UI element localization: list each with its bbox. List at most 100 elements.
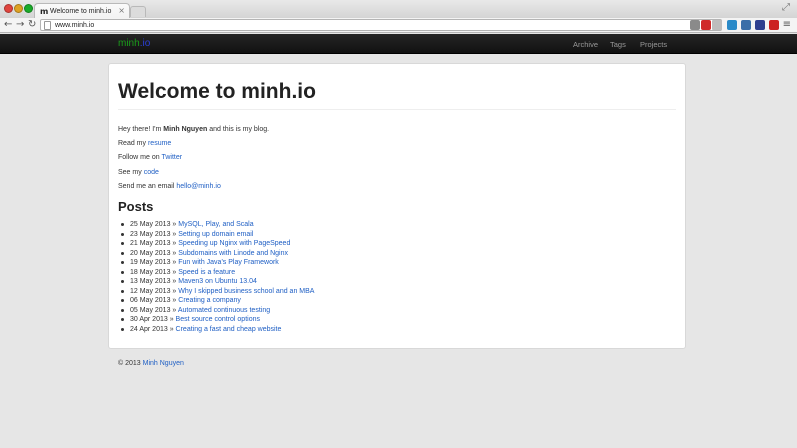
extension-adblock-icon[interactable] — [701, 20, 711, 30]
browser-titlebar: m Welcome to minh.io × ⤢ — [0, 0, 797, 19]
brand-logo[interactable]: minh.io — [118, 38, 150, 50]
site-navbar: minh.io Archive Tags Projects — [0, 34, 797, 54]
resume-prefix: Read my — [118, 140, 148, 147]
post-date: 05 May 2013 » — [130, 306, 177, 314]
author-name: Minh Nguyen — [163, 126, 208, 133]
post-link[interactable]: Why I skipped business school and an MBA — [178, 288, 314, 295]
post-date: 25 May 2013 » — [130, 221, 177, 228]
post-date: 20 May 2013 » — [130, 249, 177, 257]
post-list-item: 21 May 2013 » Speeding up Nginx with Pag… — [121, 239, 314, 249]
post-link[interactable]: Best source control options — [176, 316, 260, 323]
post-list-item: 30 Apr 2013 » Best source control option… — [121, 315, 314, 325]
bullet-icon — [121, 280, 124, 283]
title-divider — [118, 109, 676, 110]
post-list-item: 25 May 2013 » MySQL, Play, and Scala — [121, 220, 314, 230]
fullscreen-icon[interactable]: ⤢ — [782, 2, 790, 14]
bullet-icon — [121, 299, 124, 302]
nav-tags-link[interactable]: Tags — [610, 40, 626, 49]
email-link[interactable]: hello@minh.io — [176, 183, 220, 190]
extension-monitor-icon[interactable] — [727, 20, 737, 30]
zoom-window-button[interactable] — [24, 4, 33, 13]
post-link[interactable]: Creating a fast and cheap website — [176, 326, 282, 333]
post-link[interactable]: Maven3 on Ubuntu 13.04 — [178, 278, 257, 285]
post-link[interactable]: Automated continuous testing — [178, 307, 270, 314]
post-date: 13 May 2013 » — [130, 278, 177, 285]
post-link[interactable]: Fun with Java's Play Framework — [178, 259, 279, 266]
bullet-icon — [121, 289, 124, 293]
post-date: 06 May 2013 » — [130, 297, 177, 304]
post-date: 21 May 2013 » — [130, 240, 177, 247]
post-list-item: 13 May 2013 » Maven3 on Ubuntu 13.04 — [121, 277, 314, 287]
post-date: 12 May 2013 » — [130, 287, 177, 295]
favicon-icon: m — [40, 7, 49, 16]
extension-gear-icon[interactable] — [690, 20, 700, 30]
menu-icon[interactable]: ≡ — [783, 19, 791, 31]
post-date: 18 May 2013 » — [130, 268, 177, 276]
nav-archive-link[interactable]: Archive — [573, 40, 598, 49]
post-date: 30 Apr 2013 » — [130, 316, 174, 323]
tab-title: Welcome to minh.io — [50, 8, 112, 15]
bookmark-star-icon[interactable] — [712, 20, 722, 30]
posts-list: 25 May 2013 » MySQL, Play, and Scala 23 M… — [121, 220, 314, 334]
bullet-icon — [121, 251, 124, 255]
post-date: 19 May 2013 » — [130, 259, 177, 266]
post-link[interactable]: MySQL, Play, and Scala — [178, 221, 253, 228]
brand-main-text: minh — [118, 38, 140, 49]
bullet-icon — [121, 270, 124, 274]
post-list-item: 23 May 2013 » Setting up domain email — [121, 230, 314, 240]
new-tab-button[interactable] — [130, 6, 146, 17]
post-link[interactable]: Creating a company — [178, 297, 241, 304]
post-list-item: 06 May 2013 » Creating a company — [121, 296, 314, 306]
post-link[interactable]: Speeding up Nginx with PageSpeed — [178, 240, 290, 247]
brand-tld-text: .io — [139, 38, 151, 49]
post-list-item: 18 May 2013 » Speed is a feature — [121, 268, 314, 278]
bullet-icon — [121, 261, 124, 264]
extension-grid-icon[interactable] — [741, 20, 751, 30]
bullet-icon — [121, 232, 124, 236]
footer: © 2013 Minh Nguyen — [118, 359, 184, 368]
intro-prefix: Hey there! I'm — [118, 126, 164, 133]
twitter-paragraph: Follow me on Twitter — [118, 153, 182, 162]
resume-link[interactable]: resume — [148, 140, 171, 147]
code-prefix: See my — [118, 169, 144, 176]
resume-paragraph: Read my resume — [118, 139, 171, 148]
browser-toolbar: ← → ↻ www.minh.io ≡ — [0, 18, 797, 33]
bullet-icon — [121, 223, 124, 226]
email-paragraph: Send me an email hello@minh.io — [118, 182, 221, 191]
bullet-icon — [121, 318, 124, 321]
post-link[interactable]: Setting up domain email — [178, 231, 253, 238]
forward-arrow-icon[interactable]: → — [16, 19, 24, 31]
post-list-item: 12 May 2013 » Why I skipped business sch… — [121, 287, 314, 297]
minimize-window-button[interactable] — [14, 4, 23, 13]
reload-icon[interactable]: ↻ — [28, 19, 36, 31]
bullet-icon — [121, 242, 124, 245]
twitter-link[interactable]: Twitter — [161, 154, 182, 161]
copyright-text: © 2013 — [118, 360, 143, 367]
tab-close-icon[interactable]: × — [118, 6, 125, 16]
footer-author-link[interactable]: Minh Nguyen — [143, 360, 184, 367]
back-arrow-icon[interactable]: ← — [4, 19, 12, 31]
intro-suffix: and this is my blog. — [207, 126, 270, 133]
twitter-prefix: Follow me on — [118, 154, 162, 161]
page-icon — [44, 21, 51, 30]
bullet-icon — [121, 308, 124, 312]
address-bar[interactable]: www.minh.io — [40, 19, 722, 31]
post-date: 24 Apr 2013 » — [130, 325, 174, 333]
post-list-item: 19 May 2013 » Fun with Java's Play Frame… — [121, 258, 314, 268]
post-link[interactable]: Subdomains with Linode and Nginx — [178, 250, 288, 257]
post-list-item: 20 May 2013 » Subdomains with Linode and… — [121, 249, 314, 259]
browser-tab-active[interactable]: m Welcome to minh.io × — [34, 3, 130, 19]
post-list-item: 05 May 2013 » Automated continuous testi… — [121, 306, 314, 316]
extension-blue-icon[interactable] — [755, 20, 765, 30]
url-text[interactable]: www.minh.io — [55, 21, 94, 30]
post-link[interactable]: Speed is a feature — [178, 269, 235, 276]
nav-projects-link[interactable]: Projects — [640, 40, 667, 49]
extension-red-icon[interactable] — [769, 20, 779, 30]
code-paragraph: See my code — [118, 168, 159, 177]
close-window-button[interactable] — [4, 4, 13, 13]
intro-paragraph: Hey there! I'm Minh Nguyen and this is m… — [118, 125, 269, 134]
post-list-item: 24 Apr 2013 » Creating a fast and cheap … — [121, 325, 314, 335]
page-title: Welcome to minh.io — [118, 80, 316, 103]
code-link[interactable]: code — [144, 169, 159, 176]
post-date: 23 May 2013 » — [130, 230, 177, 238]
